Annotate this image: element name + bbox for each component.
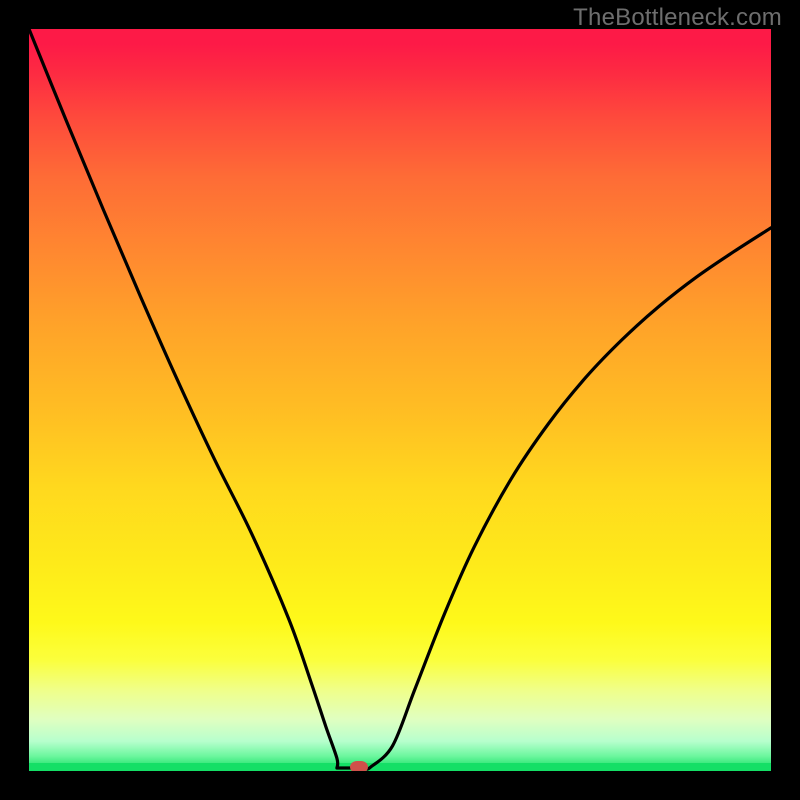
watermark-text: TheBottleneck.com xyxy=(573,4,782,32)
optimal-marker xyxy=(350,761,368,771)
plot-area xyxy=(29,29,771,771)
chart-frame: TheBottleneck.com xyxy=(0,0,800,800)
bottleneck-curve xyxy=(29,29,771,771)
